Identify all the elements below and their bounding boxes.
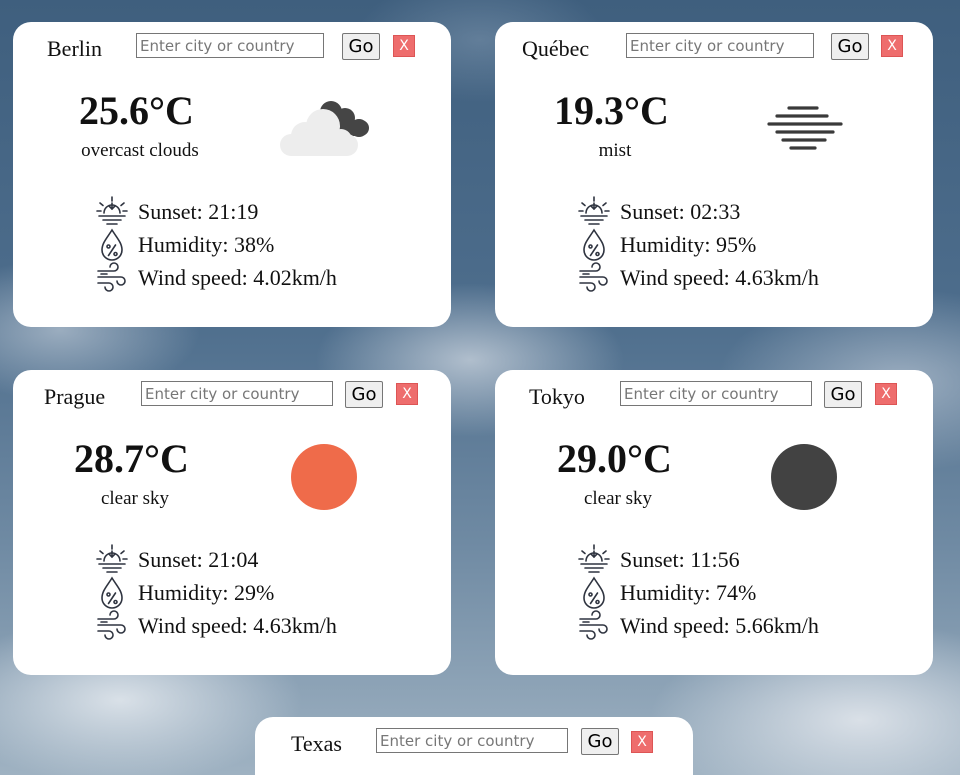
city-name: Texas [291, 731, 342, 756]
sunset-text: Sunset: 21:04 [138, 547, 259, 572]
humidity-row: Humidity: 74% [577, 576, 756, 610]
search-input[interactable] [626, 33, 814, 58]
sunset-text: Sunset: 11:56 [620, 547, 740, 572]
humidity-row: Humidity: 38% [95, 228, 274, 262]
humidity-text: Humidity: 74% [620, 580, 757, 605]
search-input[interactable] [620, 381, 812, 406]
wind-text: Wind speed: 4.02km/h [138, 265, 337, 290]
temperature: 28.7°C [74, 436, 189, 481]
temperature: 25.6°C [79, 88, 194, 133]
city-name: Québec [522, 36, 590, 61]
sunset-text: Sunset: 02:33 [620, 199, 741, 224]
sunset-icon [95, 543, 129, 577]
weather-card-tokyo: Tokyo Go X 29.0°C clear sky Sunset: 11:5… [495, 370, 933, 675]
go-button[interactable]: Go [581, 728, 619, 755]
go-button[interactable]: Go [342, 33, 380, 60]
mist-icon [767, 106, 843, 150]
go-button[interactable]: Go [824, 381, 862, 408]
wind-icon [577, 261, 611, 295]
weather-description: clear sky [583, 488, 653, 509]
weather-card-prague: Prague Go X 28.7°C clear sky Sunset: 21:… [13, 370, 451, 675]
humidity-row: Humidity: 29% [95, 576, 274, 610]
sunset-icon [95, 195, 129, 229]
humidity-icon [577, 228, 611, 262]
city-name: Berlin [47, 36, 102, 61]
humidity-icon [95, 228, 129, 262]
temperature: 19.3°C [554, 88, 669, 133]
wind-text: Wind speed: 4.63km/h [620, 265, 819, 290]
wind-text: Wind speed: 4.63km/h [138, 613, 337, 638]
wind-icon [95, 261, 129, 295]
wind-row: Wind speed: 4.63km/h [95, 609, 337, 643]
wind-row: Wind speed: 4.02km/h [95, 261, 337, 295]
go-button[interactable]: Go [831, 33, 869, 60]
sunset-row: Sunset: 21:04 [95, 543, 258, 577]
sunset-row: Sunset: 11:56 [577, 543, 740, 577]
humidity-text: Humidity: 95% [620, 232, 757, 257]
search-input[interactable] [376, 728, 568, 753]
moon-icon [771, 444, 837, 510]
sunset-text: Sunset: 21:19 [138, 199, 259, 224]
wind-row: Wind speed: 5.66km/h [577, 609, 819, 643]
close-button[interactable]: X [631, 731, 653, 753]
wind-icon [95, 609, 129, 643]
wind-text: Wind speed: 5.66km/h [620, 613, 819, 638]
search-input[interactable] [136, 33, 324, 58]
humidity-icon [95, 576, 129, 610]
close-button[interactable]: X [396, 383, 418, 405]
close-button[interactable]: X [393, 35, 415, 57]
humidity-text: Humidity: 29% [138, 580, 275, 605]
search-input[interactable] [141, 381, 333, 406]
wind-icon [577, 609, 611, 643]
weather-description: mist [598, 140, 632, 161]
humidity-row: Humidity: 95% [577, 228, 756, 262]
city-name: Tokyo [529, 384, 585, 409]
sunset-icon [577, 195, 611, 229]
humidity-text: Humidity: 38% [138, 232, 275, 257]
humidity-icon [577, 576, 611, 610]
weather-card-quebec: Québec Go X 19.3°C mist Sunset: 02:33 Hu… [495, 22, 933, 327]
weather-card-texas: Texas Go X [255, 717, 693, 775]
weather-description: clear sky [100, 488, 170, 509]
weather-description: overcast clouds [81, 140, 199, 161]
sunset-row: Sunset: 02:33 [577, 195, 740, 229]
close-button[interactable]: X [881, 35, 903, 57]
city-name: Prague [44, 384, 106, 409]
sunset-icon [577, 543, 611, 577]
sun-icon [291, 444, 357, 510]
go-button[interactable]: Go [345, 381, 383, 408]
wind-row: Wind speed: 4.63km/h [577, 261, 819, 295]
temperature: 29.0°C [557, 436, 672, 481]
overcast-clouds-icon [280, 101, 369, 156]
sunset-row: Sunset: 21:19 [95, 195, 258, 229]
close-button[interactable]: X [875, 383, 897, 405]
weather-card-berlin: Berlin Go X 25.6°C overcast clouds Sunse… [13, 22, 451, 327]
